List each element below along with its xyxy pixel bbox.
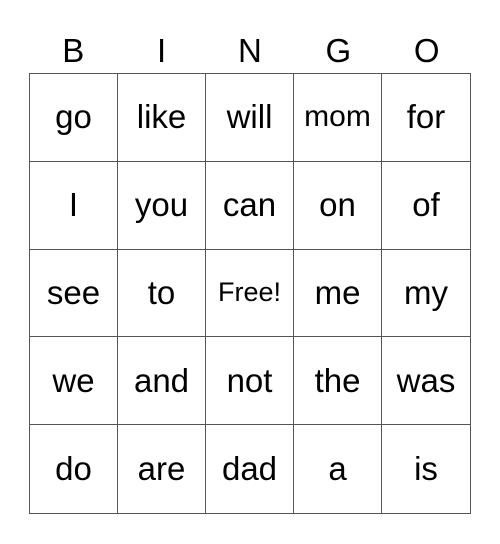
bingo-header: B I N G O bbox=[29, 30, 471, 72]
bingo-cell[interactable]: the bbox=[294, 337, 382, 426]
bingo-cell[interactable]: my bbox=[382, 250, 470, 338]
bingo-cell[interactable]: see bbox=[30, 249, 118, 338]
bingo-cell[interactable]: are bbox=[118, 425, 206, 513]
bingo-cell[interactable]: was bbox=[382, 337, 470, 426]
header-letter-o: O bbox=[413, 32, 440, 69]
bingo-cell[interactable]: of bbox=[382, 162, 470, 250]
bingo-cell[interactable]: go bbox=[30, 74, 118, 162]
bingo-cell[interactable]: and bbox=[118, 337, 206, 426]
bingo-cell[interactable]: is bbox=[382, 425, 470, 513]
header-letter-n: N bbox=[238, 32, 262, 69]
bingo-cell[interactable]: mom bbox=[294, 74, 382, 162]
header-letter-i: I bbox=[157, 32, 167, 69]
bingo-cell[interactable]: to bbox=[118, 249, 206, 338]
header-letter-g: G bbox=[325, 32, 352, 69]
header-letter-b: B bbox=[62, 32, 85, 69]
free-space-cell[interactable]: Free! bbox=[206, 249, 294, 338]
bingo-cell[interactable]: a bbox=[294, 425, 382, 513]
bingo-cell[interactable]: can bbox=[206, 161, 294, 250]
bingo-cell[interactable]: dad bbox=[206, 425, 294, 513]
bingo-cell[interactable]: will bbox=[206, 74, 294, 162]
bingo-cell[interactable]: like bbox=[118, 74, 206, 162]
bingo-card-grid: go like will mom for Iyou can on of see to Free! me m… bbox=[29, 73, 471, 514]
bingo-cell[interactable]: for bbox=[382, 74, 470, 162]
bingo-cell[interactable]: me bbox=[294, 249, 382, 338]
bingo-cell[interactable]: you bbox=[118, 161, 206, 250]
bingo-cell[interactable]: I bbox=[30, 161, 118, 250]
bingo-cell[interactable]: not bbox=[206, 337, 294, 426]
bingo-cell[interactable]: we bbox=[30, 337, 118, 426]
bingo-cell[interactable]: do bbox=[30, 425, 118, 513]
bingo-cell[interactable]: on bbox=[294, 161, 382, 250]
